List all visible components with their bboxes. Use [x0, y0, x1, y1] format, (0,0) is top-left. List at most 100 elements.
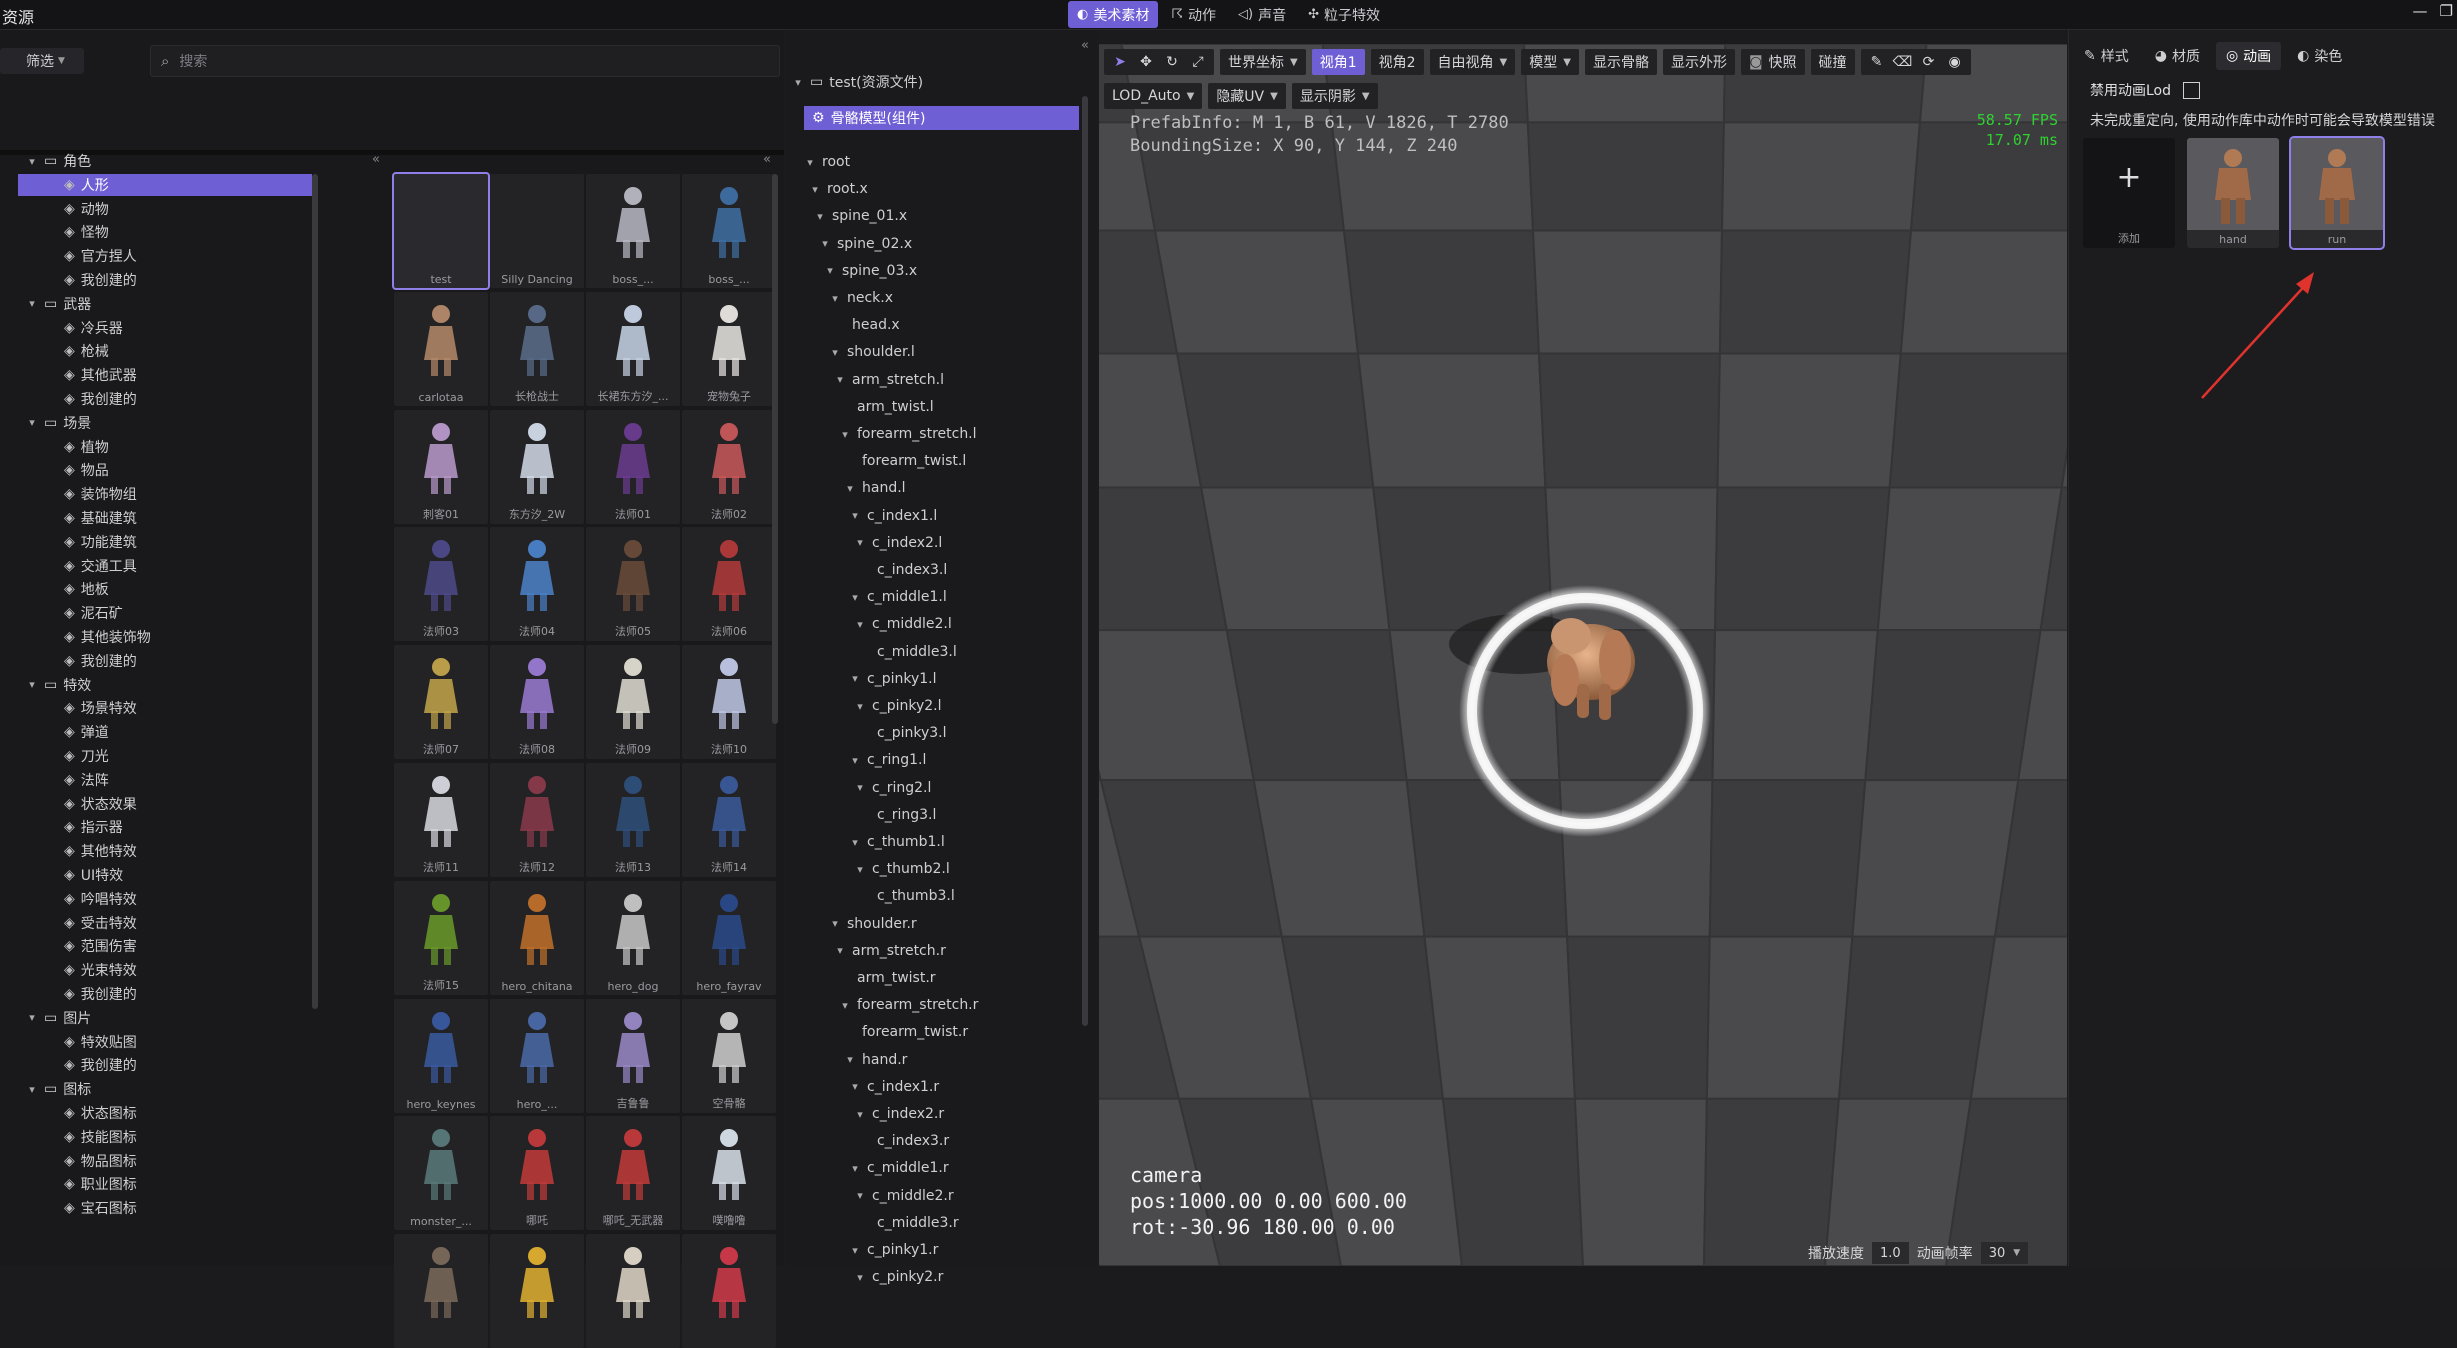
asset-thumbnail[interactable]: 法师05	[586, 527, 680, 642]
expand-arrow-icon[interactable]: ▾	[844, 1053, 856, 1066]
3d-viewport[interactable]	[1099, 44, 2067, 1266]
disable-lod-checkbox[interactable]	[2183, 81, 2201, 99]
collapse-grid-icon[interactable]: «	[763, 152, 771, 167]
bone-node[interactable]: ▾ root.x	[809, 177, 868, 201]
asset-thumbnail[interactable]: 法师07	[394, 645, 488, 760]
bone-node[interactable]: ▾ forearm_stretch.r	[839, 993, 978, 1017]
asset-thumbnail[interactable]: hero_chitana	[490, 880, 584, 995]
tree-folder[interactable]: ▾ ▭ 场景	[26, 412, 316, 434]
expand-arrow-icon[interactable]: ▾	[854, 1189, 866, 1202]
tree-item[interactable]: ◈ 我创建的	[18, 269, 312, 291]
bone-node[interactable]: ▾ arm_stretch.r	[834, 939, 946, 963]
tree-item[interactable]: ◈ 法阵	[18, 769, 312, 791]
rotate-icon[interactable]: ↻	[1160, 51, 1184, 73]
bone-node[interactable]: ▾ shoulder.r	[829, 912, 916, 936]
expand-arrow-icon[interactable]: ▾	[829, 346, 841, 359]
bone-node[interactable]: c_index3.l	[859, 558, 947, 582]
asset-thumbnail[interactable]: 法师01	[586, 409, 680, 524]
tree-item[interactable]: ◈ 冷兵器	[18, 317, 312, 339]
animation-item[interactable]: run	[2289, 136, 2385, 250]
asset-thumbnail[interactable]: 法师02	[682, 409, 776, 524]
expand-arrow-icon[interactable]: ▾	[26, 678, 38, 691]
tree-item[interactable]: ◈ 状态效果	[18, 793, 312, 815]
asset-thumbnail[interactable]	[394, 1234, 488, 1348]
grid-scrollbar[interactable]	[772, 174, 778, 724]
bone-node[interactable]: ▾ c_index1.r	[849, 1075, 939, 1099]
viewport-btn-0[interactable]: 世界坐标 ▼	[1220, 49, 1306, 75]
expand-arrow-icon[interactable]: ▾	[849, 509, 861, 522]
expand-arrow-icon[interactable]: ▾	[854, 781, 866, 794]
tree-item[interactable]: ◈ 我创建的	[18, 650, 312, 672]
asset-thumbnail[interactable]: test	[392, 172, 490, 290]
tree-item[interactable]: ◈ 光束特效	[18, 959, 312, 981]
move-icon[interactable]: ✥	[1134, 51, 1158, 73]
hierarchy-scrollbar[interactable]	[1082, 96, 1088, 1026]
asset-thumbnail[interactable]: 法师06	[682, 527, 776, 642]
bone-node[interactable]: ▾ arm_stretch.l	[834, 368, 944, 392]
tree-item[interactable]: ◈ 动物	[18, 198, 312, 220]
bone-node[interactable]: ▾ c_pinky2.r	[854, 1265, 943, 1289]
bone-node[interactable]: ▾ forearm_stretch.l	[839, 422, 976, 446]
tree-item[interactable]: ◈ 装饰物组	[18, 483, 312, 505]
property-tab-3[interactable]: ◐ 染色	[2287, 42, 2352, 70]
top-tab-3[interactable]: ✣ 粒子特效	[1299, 1, 1389, 28]
expand-arrow-icon[interactable]: ▾	[26, 1011, 38, 1024]
tree-item[interactable]: ◈ 其他武器	[18, 364, 312, 386]
expand-arrow-icon[interactable]: ▾	[804, 156, 816, 169]
asset-thumbnail[interactable]: boss_...	[682, 174, 776, 288]
tree-item[interactable]: ◈ 我创建的	[18, 983, 312, 1005]
asset-thumbnail[interactable]: 法师12	[490, 763, 584, 877]
tree-item[interactable]: ◈ 枪械	[18, 340, 312, 362]
asset-thumbnail[interactable]: 法师11	[394, 763, 488, 877]
expand-arrow-icon[interactable]: ▾	[792, 76, 804, 89]
bone-node[interactable]: ▾ spine_03.x	[824, 259, 917, 283]
asset-thumbnail[interactable]: monster_...	[394, 1116, 488, 1231]
add-animation-button[interactable]: + 添加	[2083, 138, 2175, 248]
tree-item[interactable]: ◈ 地板	[18, 578, 312, 600]
tree-folder[interactable]: ▾ ▭ 特效	[26, 674, 316, 696]
asset-thumbnail[interactable]: 刺客01	[394, 409, 488, 524]
asset-thumbnail[interactable]: 空骨骼	[682, 998, 776, 1113]
asset-thumbnail[interactable]: hero_fayrav	[682, 880, 776, 995]
tree-item[interactable]: ◈ 泥石矿	[18, 602, 312, 624]
expand-arrow-icon[interactable]: ▾	[849, 754, 861, 767]
expand-arrow-icon[interactable]: ▾	[844, 482, 856, 495]
expand-arrow-icon[interactable]: ▾	[834, 373, 846, 386]
viewport-dropdown-1[interactable]: 隐藏UV ▼	[1208, 83, 1286, 109]
bone-node[interactable]: ▾ c_middle2.r	[854, 1184, 953, 1208]
bone-node[interactable]: ▾ c_ring2.l	[854, 776, 931, 800]
tree-item[interactable]: ◈ 其他装饰物	[18, 626, 312, 648]
expand-arrow-icon[interactable]: ▾	[849, 591, 861, 604]
property-tab-0[interactable]: ✎ 样式	[2074, 42, 2139, 70]
select-cursor-icon[interactable]: ➤	[1108, 51, 1132, 73]
scale-icon[interactable]: ⤢	[1186, 51, 1210, 73]
asset-thumbnail[interactable]: 噗噜噜	[682, 1116, 776, 1231]
tree-item[interactable]: ◈ 功能建筑	[18, 531, 312, 553]
animation-item[interactable]: hand	[2187, 138, 2279, 248]
tree-folder[interactable]: ▾ ▭ 图片	[26, 1007, 316, 1029]
expand-arrow-icon[interactable]: ▾	[849, 672, 861, 685]
asset-thumbnail[interactable]: boss_...	[586, 174, 680, 288]
filter-button[interactable]: 筛选 ▼	[0, 48, 84, 74]
expand-arrow-icon[interactable]: ▾	[854, 618, 866, 631]
tree-item[interactable]: ◈ 怪物	[18, 221, 312, 243]
expand-arrow-icon[interactable]: ▾	[26, 416, 38, 429]
viewport-dropdown-0[interactable]: LOD_Auto ▼	[1104, 83, 1203, 109]
bone-node[interactable]: ▾ c_ring1.l	[849, 748, 926, 772]
asset-thumbnail[interactable]: 长裙东方汐_...	[586, 291, 680, 406]
asset-thumbnail[interactable]: 法师15	[394, 880, 488, 995]
tree-item[interactable]: ◈ 官方捏人	[18, 245, 312, 267]
viewport-btn-1[interactable]: 视角1	[1311, 49, 1365, 75]
bone-node[interactable]: ▾ c_middle1.r	[849, 1156, 948, 1180]
bone-node[interactable]: ▾ c_thumb2.l	[854, 857, 949, 881]
bone-node[interactable]: ▾ c_pinky2.l	[854, 694, 941, 718]
tree-item[interactable]: ◈ 指示器	[18, 816, 312, 838]
asset-thumbnail[interactable]	[490, 1234, 584, 1348]
component-node[interactable]: ⚙ 骨骼模型(组件)	[804, 106, 1079, 130]
bone-node[interactable]: ▾ hand.r	[844, 1048, 907, 1072]
expand-arrow-icon[interactable]: ▾	[854, 536, 866, 549]
asset-thumbnail[interactable]: hero_...	[490, 998, 584, 1113]
bone-node[interactable]: head.x	[834, 313, 900, 337]
bone-node[interactable]: ▾ c_index1.l	[849, 504, 937, 528]
asset-thumbnail[interactable]: 法师08	[490, 645, 584, 760]
